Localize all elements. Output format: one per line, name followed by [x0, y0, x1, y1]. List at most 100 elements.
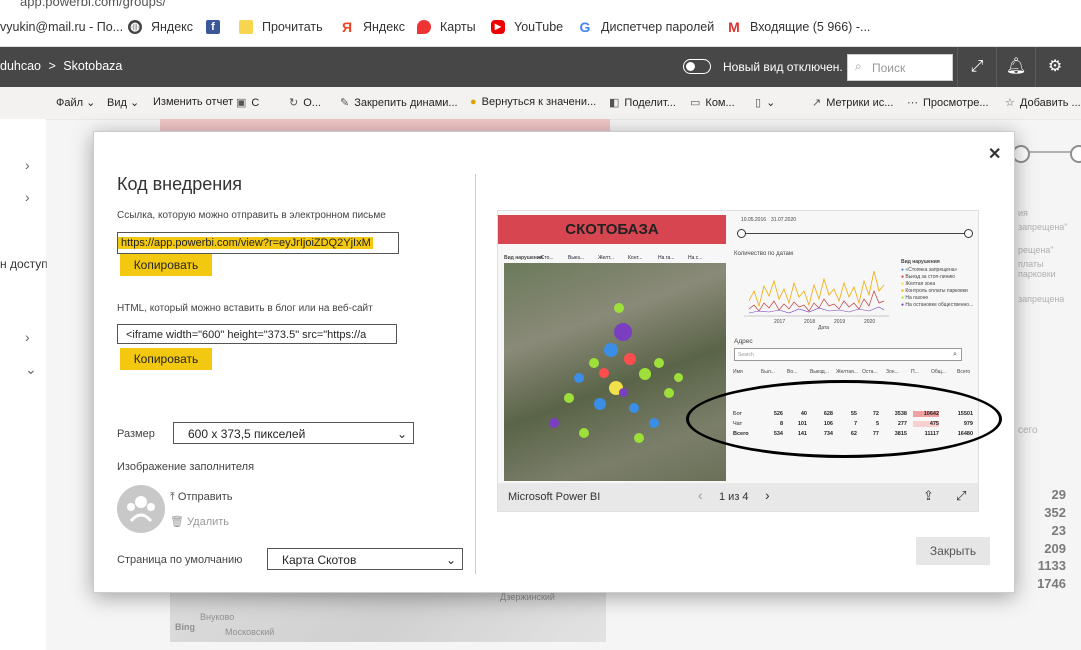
menu-label: Метрики ис...: [826, 97, 894, 109]
refresh-button[interactable]: ↻ О...: [289, 96, 321, 109]
chevron-down-icon: ⌄: [445, 553, 456, 567]
date-slider-end-handle[interactable]: [964, 229, 973, 238]
bookmark-youtube[interactable]: ▶ YouTube: [491, 20, 563, 34]
chevron-right-icon[interactable]: ›: [765, 487, 770, 503]
chart-legend-text: Выезд за стоп-линию: [905, 274, 955, 280]
edit-report-button[interactable]: Изменить отчет: [153, 96, 233, 108]
nav-item-label[interactable]: н доступ: [0, 257, 48, 271]
gear-icon[interactable]: ⚙: [1035, 47, 1074, 87]
powerbi-brand[interactable]: Microsoft Power BI: [508, 491, 600, 503]
chevron-left-icon[interactable]: ‹: [698, 487, 703, 503]
breadcrumb-workspace[interactable]: duhcao: [0, 59, 41, 73]
bookmark-maps[interactable]: Карты: [417, 20, 476, 34]
youtube-icon: ▶: [491, 20, 505, 34]
chart-legend-text: На газоне: [905, 295, 929, 301]
html-code-field[interactable]: <iframe width="600" height="373.5" src="…: [117, 324, 397, 344]
menu-file[interactable]: Файл ⌄: [56, 96, 95, 109]
share-icon[interactable]: ⇪: [923, 488, 934, 504]
chart-legend-text: Контроль оплаты парковки: [905, 288, 968, 294]
chart-legend-item: ● На газоне: [901, 295, 928, 301]
pin-icon: ✎: [340, 97, 350, 109]
fullscreen-icon[interactable]: ⤢: [956, 488, 966, 504]
save-as-button[interactable]: ▣ С: [236, 96, 259, 109]
preview-legend-item: «Сто...: [538, 255, 554, 261]
table-header: Был...: [761, 369, 775, 375]
bookmark-yandex[interactable]: ◍ Яндекс: [128, 20, 193, 34]
notifications-icon[interactable]: 🔔︎: [996, 47, 1035, 87]
menu-label: Ком...: [705, 97, 735, 109]
menu-label: Закрепить динами...: [354, 97, 458, 109]
bookmarks-button[interactable]: ▯ ⌄: [755, 96, 775, 109]
copy-html-button[interactable]: Копировать: [120, 348, 212, 370]
address-label: Адрес: [734, 338, 753, 345]
map-point: [564, 393, 574, 403]
chevron-down-icon: ⌄: [129, 97, 140, 109]
bookmark-facebook[interactable]: f: [206, 20, 229, 34]
fullscreen-icon[interactable]: ⤢: [957, 47, 996, 87]
map-point: [549, 418, 559, 428]
chevron-right-icon[interactable]: ›: [25, 157, 30, 173]
delete-label: Удалить: [187, 516, 230, 528]
facebook-icon: f: [206, 20, 220, 34]
upload-button[interactable]: ⤒ Отправить: [170, 491, 232, 504]
toggle-label: Новый вид отключен.: [723, 60, 843, 74]
bookmark-label: YouTube: [514, 20, 564, 34]
bookmark-label: Яндекс: [151, 20, 194, 34]
size-select[interactable]: 600 x 373,5 пикселей ⌄: [173, 422, 414, 444]
map-point: [649, 418, 659, 428]
comments-button[interactable]: ▭ Ком...: [690, 96, 735, 109]
copy-link-button[interactable]: Копировать: [120, 254, 212, 276]
table-header: Всего: [957, 369, 971, 375]
view-lineage-button[interactable]: ⋯ Просмотре...: [907, 96, 989, 109]
bookmark-mail[interactable]: vyukin@mail.ru - По...: [0, 20, 123, 34]
menu-view[interactable]: Вид ⌄: [107, 96, 139, 109]
date-from: 10.05.2016: [741, 217, 767, 223]
size-value: 600 x 373,5 пикселей: [188, 427, 306, 441]
search-input[interactable]: ⌕ Поиск: [847, 54, 953, 81]
bookmark-gmail[interactable]: M Входящие (5 966) -...: [727, 20, 870, 34]
breadcrumb-report[interactable]: Skotobaza: [63, 59, 122, 73]
chart-x-axis-label: Дата: [818, 325, 830, 331]
menu-label: Добавить ...: [1019, 97, 1081, 109]
bookmark-yandex-2[interactable]: Я Яндекс: [340, 20, 405, 34]
share-button[interactable]: ◧ Поделит...: [609, 96, 676, 109]
menu-label: Изменить отчет: [153, 96, 234, 108]
map-point: [604, 343, 618, 357]
share-icon: ◧: [609, 97, 620, 109]
chart-year-label: 2018: [804, 319, 816, 325]
reset-values-button[interactable]: ● Вернуться к значени...: [470, 96, 596, 108]
breadcrumb: duhcao > Skotobaza: [0, 59, 122, 73]
date-slider-start-handle[interactable]: [737, 229, 746, 238]
pin-live-button[interactable]: ✎ Закрепить динами...: [340, 96, 458, 109]
usage-metrics-button[interactable]: ↗ Метрики ис...: [812, 96, 893, 109]
preview-legend-item: Конт...: [628, 255, 643, 261]
email-link-label: Ссылка, которую можно отправить в электр…: [117, 210, 386, 221]
table-header: Выезд...: [810, 369, 829, 375]
address-search-input[interactable]: Search ⌕: [734, 348, 962, 361]
table-header: Имя: [733, 369, 743, 375]
bookmark-reset-icon: ●: [470, 96, 477, 108]
chart-legend-item: ● Желтая зона: [901, 281, 935, 287]
bookmark-read[interactable]: Прочитать: [239, 20, 323, 34]
bookmark-passwords[interactable]: G Диспетчер паролей: [578, 20, 715, 34]
delete-button[interactable]: 🗑︎ Удалить: [170, 515, 229, 528]
close-button[interactable]: Закрыть: [916, 537, 990, 565]
chevron-right-icon[interactable]: ›: [25, 329, 30, 345]
bookmark-label: Яндекс: [363, 20, 406, 34]
save-icon: ▣: [236, 97, 247, 109]
chevron-down-icon[interactable]: ⌄: [25, 361, 37, 378]
chevron-right-icon[interactable]: ›: [25, 189, 30, 205]
default-page-select[interactable]: Карта Скотов ⌄: [267, 548, 463, 570]
table-header: Желтая...: [836, 369, 858, 375]
map-point: [664, 388, 674, 398]
page-indicator: 1 из 4: [719, 491, 749, 503]
address-bar[interactable]: app.powerbi.com/groups/: [0, 0, 1081, 10]
email-link-field[interactable]: https://app.powerbi.com/view?r=eyJrIjoiZ…: [117, 232, 399, 254]
favorite-button[interactable]: ☆ Добавить ...: [1005, 96, 1081, 109]
menu-label: О...: [303, 97, 321, 109]
close-icon[interactable]: ✕: [988, 144, 1001, 164]
new-view-toggle[interactable]: [683, 59, 711, 74]
url-text: app.powerbi.com/groups/: [20, 0, 166, 9]
left-nav: › › н доступ › ⌄: [0, 119, 48, 650]
preview-legend-item: Желт...: [598, 255, 614, 261]
